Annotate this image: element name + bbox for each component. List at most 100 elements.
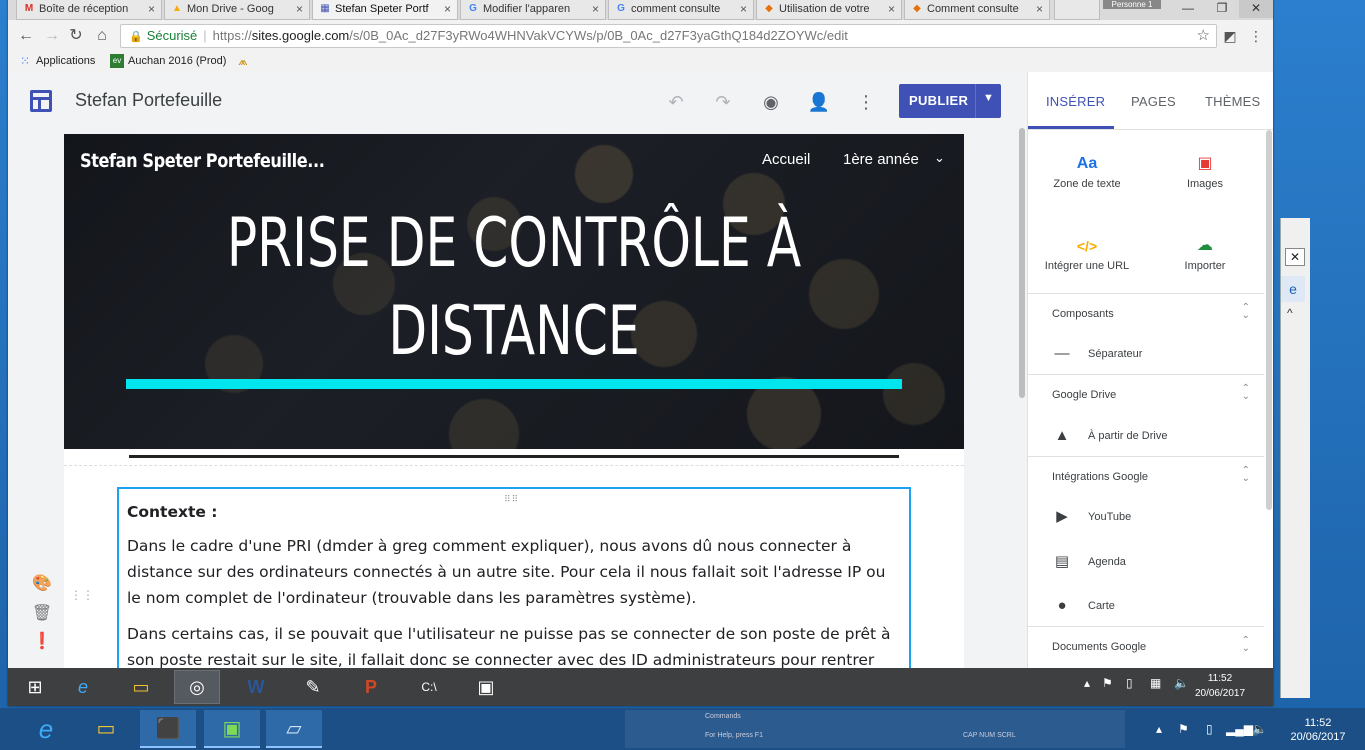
- forward-arrow-icon[interactable]: →: [42, 26, 62, 46]
- background-window-tab[interactable]: e: [1281, 276, 1305, 302]
- nav-accueil[interactable]: Accueil: [762, 151, 810, 168]
- background-window[interactable]: ✕ e ^: [1280, 218, 1310, 698]
- chevron-down-icon[interactable]: ⌄: [934, 150, 945, 166]
- section-google-drive[interactable]: Google Drive ⌃ ⌄: [1028, 374, 1264, 414]
- collapse-chevron-icon[interactable]: ⌃ ⌄: [1242, 466, 1250, 484]
- tab-sites[interactable]: ▦ Stefan Speter Portf ×: [312, 0, 458, 20]
- cmd-icon[interactable]: C:\: [406, 670, 452, 704]
- tab-gmail[interactable]: M Boîte de réception ×: [16, 0, 162, 20]
- close-tab-icon[interactable]: ×: [740, 2, 747, 16]
- preview-eye-icon[interactable]: ◉: [759, 90, 783, 114]
- menu-dots-icon[interactable]: ⋮: [1246, 26, 1266, 46]
- close-tab-icon[interactable]: ×: [296, 2, 303, 16]
- acrobat-icon[interactable]: ⬛: [140, 710, 196, 748]
- folder-icon[interactable]: ▭: [118, 670, 164, 704]
- nav-premiere-annee[interactable]: 1ère année: [843, 151, 919, 168]
- tray-arrow-icon[interactable]: ▴: [1084, 676, 1090, 690]
- publish-button[interactable]: PUBLIER ▼: [899, 84, 1001, 118]
- remote-desktop-icon[interactable]: ▣: [463, 670, 509, 704]
- collapse-chevron-icon[interactable]: ⌃ ⌄: [1242, 303, 1250, 321]
- bookmark-applications[interactable]: ⁙ Applications: [18, 54, 95, 70]
- hero-site-title[interactable]: Stefan Speter Portefeuille...: [80, 150, 325, 172]
- trash-icon[interactable]: 🗑: [30, 602, 54, 626]
- editor-scrollbar[interactable]: [1019, 128, 1025, 398]
- remote-clock[interactable]: 11:52 20/06/2017: [1190, 671, 1250, 701]
- back-arrow-icon[interactable]: ←: [16, 26, 36, 46]
- tab-google-2[interactable]: G comment consulte ×: [608, 0, 754, 20]
- minimize-icon[interactable]: —: [1171, 0, 1205, 18]
- profile-badge[interactable]: Personne 1: [1103, 0, 1161, 9]
- powerpoint-icon[interactable]: P: [348, 670, 394, 704]
- section-integrations-google[interactable]: Intégrations Google ⌃ ⌄: [1028, 456, 1264, 496]
- insert-text-box[interactable]: Aa Zone de texte: [1028, 152, 1146, 190]
- flag-icon[interactable]: ⚑: [1102, 676, 1113, 690]
- bookmark-star-icon[interactable]: ☆: [1197, 25, 1210, 47]
- separator-line[interactable]: [129, 455, 899, 458]
- host-clock[interactable]: 11:52 20/06/2017: [1280, 716, 1356, 744]
- close-icon[interactable]: ✕: [1285, 248, 1305, 266]
- page-title[interactable]: PRISE DE CONTRÔLE À DISTANCE: [181, 200, 847, 376]
- tab-cube-1[interactable]: ◆ Utilisation de votre ×: [756, 0, 902, 20]
- redo-icon[interactable]: ↷: [711, 90, 735, 114]
- share-person-add-icon[interactable]: 👤: [807, 90, 831, 114]
- more-vert-icon[interactable]: ⋮: [854, 90, 878, 114]
- insert-upload[interactable]: ☁ Importer: [1146, 234, 1264, 272]
- feedback-icon[interactable]: ❗: [30, 630, 54, 654]
- bookmark-logo[interactable]: ⩕: [236, 54, 254, 70]
- insert-images[interactable]: ▣ Images: [1146, 152, 1264, 190]
- volume-icon[interactable]: 🔈: [1252, 722, 1267, 736]
- close-tab-icon[interactable]: ×: [888, 2, 895, 16]
- flag-icon[interactable]: ⚑: [1178, 722, 1189, 736]
- item-youtube[interactable]: ▶ YouTube: [1028, 502, 1264, 532]
- new-tab-button[interactable]: [1054, 0, 1100, 20]
- tab-themes[interactable]: THÈMES: [1205, 94, 1260, 109]
- close-tab-icon[interactable]: ×: [444, 2, 451, 16]
- network-icon[interactable]: ▦: [1150, 676, 1161, 690]
- site-name[interactable]: Stefan Portefeuille: [75, 90, 222, 111]
- signal-icon[interactable]: ▂▄▆: [1226, 722, 1253, 736]
- folder-icon[interactable]: ▭: [78, 710, 134, 748]
- close-tab-icon[interactable]: ×: [148, 2, 155, 16]
- tab-pages[interactable]: PAGES: [1131, 94, 1176, 109]
- home-icon[interactable]: ⌂: [92, 26, 112, 46]
- tab-drive[interactable]: ▲ Mon Drive - Goog ×: [164, 0, 310, 20]
- section-documents-google[interactable]: Documents Google ⌃ ⌄: [1028, 626, 1264, 666]
- address-bar[interactable]: 🔒 Sécurisé | https://sites.google.com/s/0B_…: [120, 24, 1217, 48]
- battery-icon[interactable]: ▯: [1206, 722, 1213, 736]
- chrome-icon[interactable]: ◎: [174, 670, 220, 704]
- page-canvas[interactable]: Stefan Speter Portefeuille... Accueil 1è…: [64, 134, 964, 668]
- tray-arrow-icon[interactable]: ▴: [1156, 722, 1162, 736]
- close-tab-icon[interactable]: ×: [592, 2, 599, 16]
- tab-inserer[interactable]: INSÉRER: [1046, 94, 1105, 109]
- volume-icon[interactable]: 🔈: [1174, 676, 1189, 690]
- section-drag-icon[interactable]: ⋮⋮: [70, 588, 94, 602]
- palette-icon[interactable]: 🎨: [30, 572, 54, 596]
- collapse-chevron-icon[interactable]: ⌃ ⌄: [1242, 636, 1250, 654]
- section-composants[interactable]: Composants ⌃ ⌄: [1028, 293, 1264, 333]
- tab-google-1[interactable]: G Modifier l'apparen ×: [460, 0, 606, 20]
- item-agenda[interactable]: ▤ Agenda: [1028, 547, 1264, 577]
- paint-icon[interactable]: ✎: [290, 670, 336, 704]
- panel-scrollbar[interactable]: [1266, 130, 1272, 510]
- text-box[interactable]: ⠿⠿ Contexte : Dans le cadre d'une PRI (d…: [117, 487, 911, 668]
- chevron-up-icon[interactable]: ^: [1287, 306, 1293, 320]
- reload-icon[interactable]: ↻: [66, 26, 86, 46]
- tab-cube-2[interactable]: ◆ Comment consulte ×: [904, 0, 1050, 20]
- close-tab-icon[interactable]: ×: [1036, 2, 1043, 16]
- drag-handle-icon[interactable]: ⠿⠿: [504, 487, 519, 513]
- item-carte[interactable]: ● Carte: [1028, 591, 1264, 621]
- bookmark-auchan[interactable]: ev Auchan 2016 (Prod): [110, 54, 226, 70]
- item-separateur[interactable]: — Séparateur: [1028, 339, 1264, 369]
- sites-logo-icon[interactable]: [30, 90, 52, 112]
- ie-icon[interactable]: e: [60, 670, 106, 704]
- item-from-drive[interactable]: ▲ À partir de Drive: [1028, 421, 1264, 451]
- undo-icon[interactable]: ↶: [664, 90, 688, 114]
- battery-icon[interactable]: ▯: [1126, 676, 1133, 690]
- start-windows-icon[interactable]: ⊞: [12, 670, 58, 704]
- close-window-icon[interactable]: ✕: [1239, 0, 1273, 18]
- insert-embed-url[interactable]: </> Intégrer une URL: [1028, 234, 1146, 272]
- hero-banner[interactable]: Stefan Speter Portefeuille... Accueil 1è…: [64, 134, 964, 449]
- publish-dropdown-icon[interactable]: ▼: [983, 92, 994, 104]
- extension-icon[interactable]: ◩: [1220, 26, 1240, 46]
- window-icon[interactable]: ▱: [266, 710, 322, 748]
